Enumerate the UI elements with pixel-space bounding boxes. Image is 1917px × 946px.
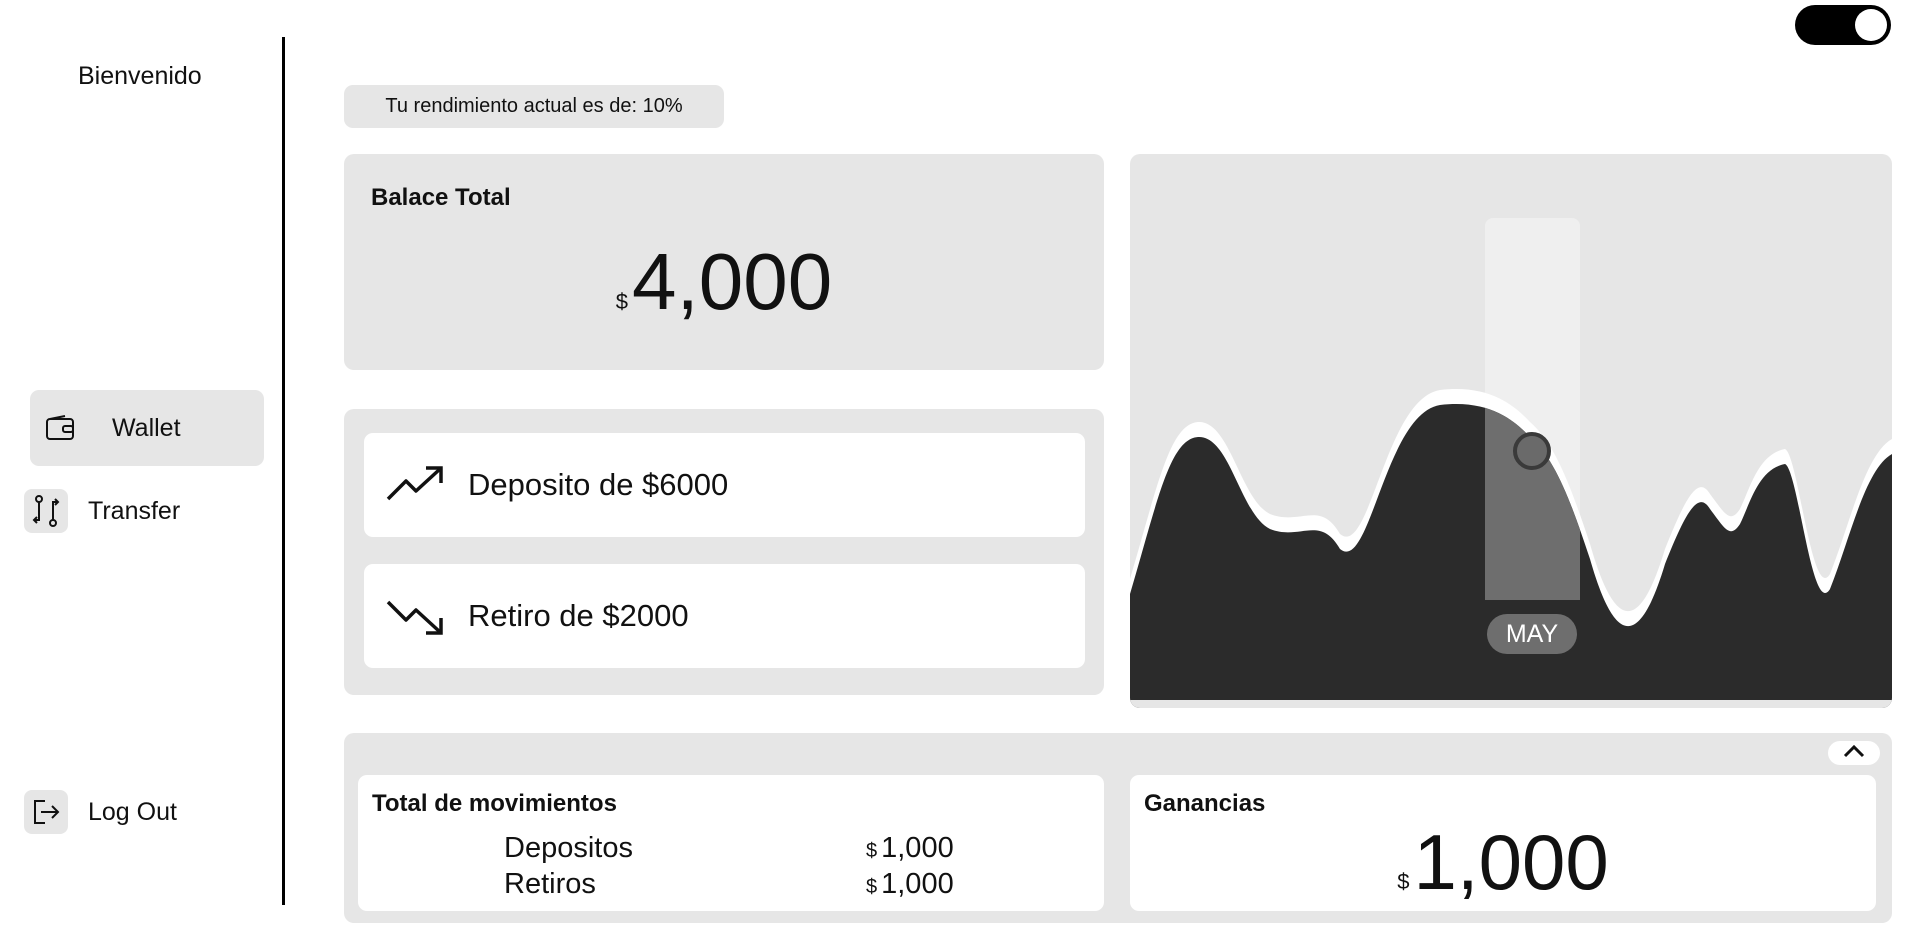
deposits-label: Depositos xyxy=(504,832,633,864)
chart-bottom-strip xyxy=(1130,700,1892,708)
balance-amount: 4,000 xyxy=(632,237,833,326)
trending-up-icon xyxy=(386,465,444,505)
movement-text: Retiro de $2000 xyxy=(468,598,689,633)
collapse-button[interactable] xyxy=(1828,741,1880,765)
wallet-icon xyxy=(38,406,82,450)
currency-symbol: $ xyxy=(866,840,878,862)
sidebar-divider xyxy=(282,37,285,905)
toggle-knob xyxy=(1855,9,1887,41)
gains-title: Ganancias xyxy=(1144,790,1266,817)
sidebar: Bienvenido Wallet Transfer Log Out xyxy=(0,0,285,946)
withdrawals-value: $1,000 xyxy=(866,868,954,901)
deposits-amount: 1,000 xyxy=(881,832,954,864)
currency-symbol: $ xyxy=(615,289,629,314)
balance-amount-wrap: $4,000 xyxy=(344,242,1104,322)
chart-month-label: MAY xyxy=(1506,620,1559,648)
chart-point xyxy=(1513,432,1551,470)
balance-title: Balace Total xyxy=(371,184,511,211)
gains-amount: 1,000 xyxy=(1413,818,1609,906)
withdrawals-label: Retiros xyxy=(504,868,596,900)
sidebar-item-label: Transfer xyxy=(88,496,181,525)
welcome-text: Bienvenido xyxy=(78,62,202,90)
movement-text: Deposito de $6000 xyxy=(468,467,729,502)
theme-toggle[interactable] xyxy=(1795,5,1891,45)
totals-card: Total de movimientos Depositos $1,000 Re… xyxy=(358,775,1104,911)
balance-card: Balace Total $4,000 xyxy=(344,154,1104,370)
deposits-value: $1,000 xyxy=(866,832,954,865)
performance-badge: Tu rendimiento actual es de: 10% xyxy=(344,85,724,128)
logout-icon xyxy=(24,790,68,834)
chevron-up-icon xyxy=(1842,744,1866,763)
balance-chart[interactable]: MAY xyxy=(1130,154,1892,708)
sidebar-item-wallet[interactable]: Wallet xyxy=(30,390,264,466)
sidebar-item-transfer[interactable]: Transfer xyxy=(24,489,180,533)
sidebar-item-label: Wallet xyxy=(112,413,181,442)
logout-button[interactable]: Log Out xyxy=(24,790,177,834)
gains-amount-wrap: $1,000 xyxy=(1130,823,1876,901)
movement-deposit[interactable]: Deposito de $6000 xyxy=(364,433,1085,537)
transfer-icon xyxy=(24,489,68,533)
totals-title: Total de movimientos xyxy=(372,790,617,817)
movement-withdrawal[interactable]: Retiro de $2000 xyxy=(364,564,1085,668)
chart-svg: MAY xyxy=(1130,218,1892,708)
currency-symbol: $ xyxy=(866,876,878,898)
logout-label: Log Out xyxy=(88,797,177,826)
gains-card: Ganancias $1,000 xyxy=(1130,775,1876,911)
currency-symbol: $ xyxy=(1397,869,1410,894)
movements-panel: Deposito de $6000 Retiro de $2000 xyxy=(344,409,1104,695)
summary-panel: Total de movimientos Depositos $1,000 Re… xyxy=(344,733,1892,923)
withdrawals-amount: 1,000 xyxy=(881,868,954,900)
trending-down-icon xyxy=(386,596,444,636)
